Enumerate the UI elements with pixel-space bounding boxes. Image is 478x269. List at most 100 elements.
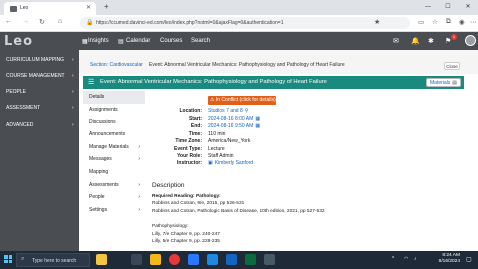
zoom-app-icon[interactable]	[207, 254, 218, 265]
windows-start-icon[interactable]	[4, 255, 12, 263]
tray-chevron-up-icon[interactable]: ^	[392, 256, 399, 263]
end-value: 2024-08-16 9:50 AM	[208, 123, 254, 129]
volume-icon[interactable]: ♪	[414, 256, 421, 263]
close-button[interactable]: Close	[444, 62, 460, 70]
chevron-right-icon: ›	[72, 73, 74, 79]
sidebar-item-advanced[interactable]: Advanced	[6, 122, 33, 128]
tab-close-icon[interactable]: ✕	[86, 4, 91, 11]
instructor-label: Instructor:	[177, 160, 202, 166]
word-app-icon[interactable]	[226, 254, 237, 265]
profile-icon[interactable]: ◉	[459, 18, 465, 26]
time-label: Time:	[188, 131, 202, 137]
event-type-label: Event Type:	[174, 146, 202, 152]
back-icon[interactable]: ←	[5, 18, 12, 25]
window-controls: — ☐ ✕	[418, 0, 478, 15]
menu-label: Details	[89, 94, 105, 100]
menu-label: Mapping	[89, 169, 109, 175]
location-link[interactable]: Studios 7 and 8 ⚲	[208, 108, 248, 114]
location-label: Location:	[179, 108, 203, 114]
clock-date: 8/16/2024	[438, 259, 460, 264]
bookmark-star-icon[interactable]: ★	[374, 18, 380, 26]
description-line: Robbins and Cotran, 9/e, 2015, pp 526-53…	[152, 201, 245, 206]
conflict-text: In Conflict (click for details)	[215, 97, 276, 103]
event-menu-people[interactable]: People ›	[83, 191, 145, 204]
browser-tab[interactable]: Leo ✕	[4, 2, 96, 15]
weather-app-icon[interactable]	[96, 254, 107, 265]
notifications-icon[interactable]: ▢	[466, 256, 473, 263]
sidebar-item-curriculum-mapping[interactable]: Curriculum Mapping	[6, 57, 64, 63]
mail-icon[interactable]: ✉	[393, 37, 399, 45]
minimize-button[interactable]: —	[418, 0, 438, 15]
reload-icon[interactable]: ↻	[39, 18, 45, 26]
lock-icon[interactable]: 🔒	[86, 19, 93, 26]
chevron-right-icon: ›	[72, 105, 74, 111]
tab-view-icon[interactable]: ▭	[418, 18, 424, 26]
mail-app-icon[interactable]	[188, 254, 199, 265]
menu-label: Settings	[89, 207, 108, 213]
timezone-value: America/New_York	[208, 138, 251, 144]
search-placeholder: Type here to search	[32, 258, 77, 264]
instructor-link[interactable]: ▣ Kimberly Sanford	[208, 160, 253, 166]
event-type-value: Lecture	[208, 146, 225, 152]
nav-search[interactable]: Search	[191, 38, 210, 44]
materials-button[interactable]: Materials ▤	[426, 78, 461, 87]
pin-icon[interactable]: ✱	[428, 37, 434, 45]
hamburger-menu-icon[interactable]: ☰	[88, 78, 94, 86]
url-field[interactable]: 🔒 https://ccumed.davinci-ed.com/leo/inde…	[80, 17, 410, 29]
new-tab-button[interactable]: +	[104, 2, 109, 11]
app-header	[0, 32, 478, 50]
role-label: Your Role:	[177, 153, 202, 159]
time-value: 110 min	[208, 131, 226, 137]
nav-courses[interactable]: Courses	[160, 38, 182, 44]
breadcrumb-event: Event: Abnormal Ventricular Mechanics: P…	[149, 62, 345, 68]
description-line: Required Reading: Pathology:	[152, 194, 221, 199]
menu-label: People	[89, 194, 105, 200]
event-menu-details[interactable]: Details	[83, 91, 145, 104]
browser-app-icon[interactable]	[169, 254, 180, 265]
excel-app-icon[interactable]	[245, 254, 256, 265]
url-text[interactable]: https://ccumed.davinci-ed.com/leo/index.…	[96, 20, 283, 26]
more-menu-icon[interactable]: ⋯	[470, 18, 477, 26]
calendar-icon: ▦	[255, 123, 261, 129]
instructor-value: Kimberly Sanford	[214, 160, 254, 166]
sidebar-item-course-management[interactable]: Course Management	[6, 73, 65, 79]
collections-icon[interactable]: ⧉	[446, 18, 451, 26]
search-icon: ⌕	[21, 256, 25, 262]
user-avatar[interactable]	[465, 35, 476, 46]
forward-icon[interactable]: →	[22, 18, 29, 25]
task-view-icon[interactable]	[131, 254, 142, 265]
tab-title: Leo	[20, 5, 29, 11]
bell-icon[interactable]: 🔔	[411, 37, 420, 45]
favorites-icon[interactable]: ☆	[432, 18, 438, 26]
app-icon[interactable]	[264, 254, 275, 265]
window-close-button[interactable]: ✕	[458, 0, 478, 15]
location-value: Studios 7 and 8	[208, 108, 243, 114]
end-link[interactable]: 2024-08-16 9:50 AM ▦	[208, 123, 260, 129]
taskbar-search-field[interactable]: ⌕ Type here to search	[16, 253, 90, 267]
timezone-label: Time Zone:	[175, 138, 202, 144]
wifi-icon[interactable]: ◠	[404, 256, 411, 263]
description-line: Robbins and Cotran, Pathologic Basis of …	[152, 209, 325, 214]
taskbar-clock[interactable]: 8:24 AM 8/16/2024	[430, 253, 460, 265]
event-title: Event: Abnormal Ventricular Mechanics: P…	[100, 79, 327, 85]
calendar-icon: ▦	[255, 116, 261, 122]
nav-insights[interactable]: Insights	[88, 38, 109, 44]
materials-label: Materials	[430, 80, 451, 86]
nav-calendar[interactable]: Calendar	[126, 38, 150, 44]
maximize-button[interactable]: ☐	[438, 0, 458, 15]
sidebar-item-people[interactable]: People	[6, 89, 26, 95]
file-explorer-icon[interactable]	[150, 254, 161, 265]
conflict-warning-button[interactable]: ⚠ In Conflict (click for details)	[208, 96, 276, 105]
home-icon[interactable]: ⌂	[58, 18, 62, 25]
start-link[interactable]: 2024-08-16 8:00 AM ▦	[208, 116, 260, 122]
breadcrumb-section-link[interactable]: Section: Cardiovascular	[90, 62, 143, 68]
event-menu-settings[interactable]: Settings ›	[83, 204, 145, 217]
sidebar-item-assessment[interactable]: Assessment	[6, 105, 40, 111]
start-value: 2024-08-16 8:00 AM	[208, 116, 254, 122]
notification-badge: 1	[451, 34, 457, 40]
chevron-right-icon: ›	[72, 89, 74, 95]
chevron-right-icon: ›	[72, 122, 74, 128]
leo-logo[interactable]: Leo	[4, 34, 33, 49]
end-label: End:	[190, 123, 202, 129]
event-menu-mapping[interactable]: Mapping	[83, 166, 145, 179]
